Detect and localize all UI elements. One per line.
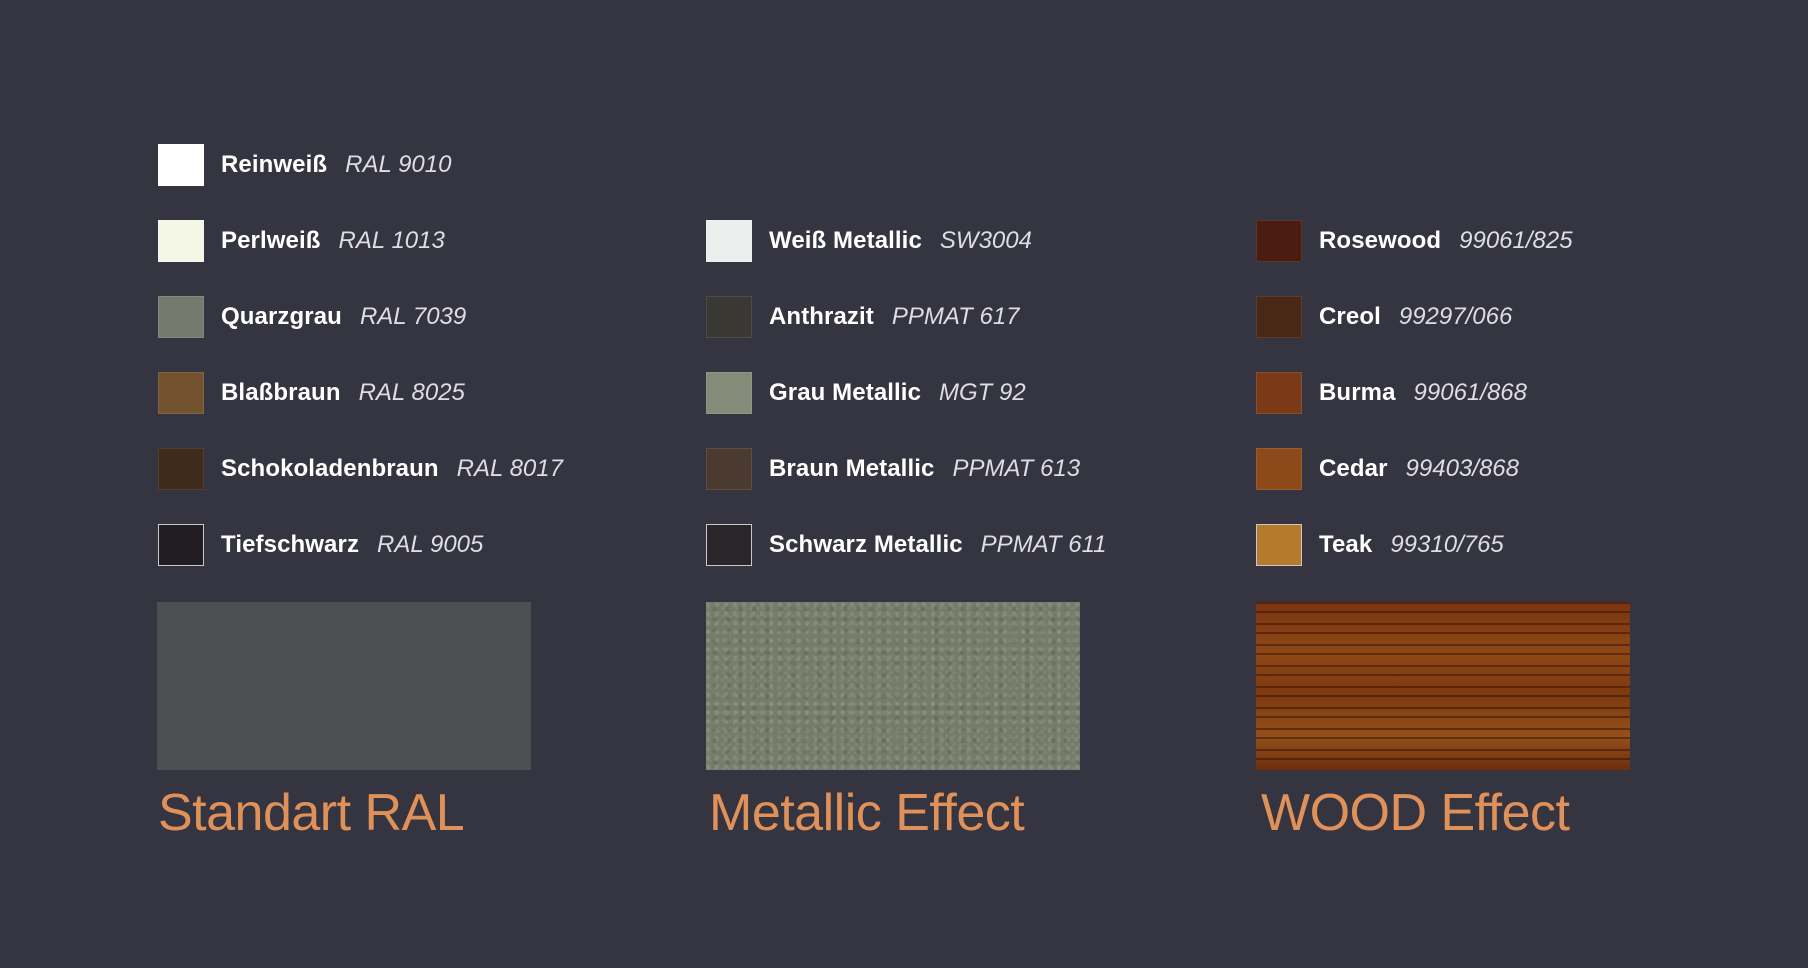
color-swatch[interactable]	[1256, 448, 1302, 490]
color-option-blassbraun[interactable]: Blaßbraun RAL 8025	[158, 371, 678, 415]
color-code: RAL 9010	[345, 151, 452, 178]
color-option-schokoladenbraun[interactable]: Schokoladenbraun RAL 8017	[158, 447, 678, 491]
color-option-creol[interactable]: Creol 99297/066	[1256, 295, 1776, 339]
color-name: Burma	[1319, 379, 1396, 406]
color-swatch[interactable]	[706, 296, 752, 338]
color-name: Creol	[1319, 303, 1381, 330]
color-code: 99061/868	[1413, 379, 1527, 406]
color-name: Anthrazit	[769, 303, 874, 330]
color-name: Reinweiß	[221, 151, 328, 178]
color-code: 99403/868	[1405, 455, 1519, 482]
color-name: Cedar	[1319, 455, 1388, 482]
texture-sample-wood	[1256, 602, 1630, 770]
color-swatch[interactable]	[158, 372, 204, 414]
color-swatch[interactable]	[1256, 372, 1302, 414]
color-code: 99310/765	[1390, 531, 1504, 558]
color-name: Tiefschwarz	[221, 531, 360, 558]
color-swatch[interactable]	[158, 524, 204, 566]
color-option-schwarz-metallic[interactable]: Schwarz Metallic PPMAT 611	[706, 523, 1226, 567]
color-swatch[interactable]	[158, 144, 204, 186]
color-option-quarzgrau[interactable]: Quarzgrau RAL 7039	[158, 295, 678, 339]
color-code: RAL 7039	[359, 303, 467, 330]
color-option-rosewood[interactable]: Rosewood 99061/825	[1256, 219, 1776, 263]
group-title: Standart RAL	[158, 784, 465, 842]
color-code: RAL 8017	[456, 455, 563, 482]
color-option-reinweiss[interactable]: Reinweiß RAL 9010	[158, 143, 678, 187]
color-option-burma[interactable]: Burma 99061/868	[1256, 371, 1776, 415]
color-swatch[interactable]	[1256, 220, 1302, 262]
group-title: WOOD Effect	[1261, 784, 1570, 842]
color-swatch[interactable]	[158, 220, 204, 262]
group-title: Metallic Effect	[709, 784, 1025, 842]
color-option-teak[interactable]: Teak 99310/765	[1256, 523, 1776, 567]
color-name: Schokoladenbraun	[221, 455, 439, 482]
color-code: SW3004	[939, 227, 1032, 254]
color-swatch[interactable]	[158, 296, 204, 338]
color-name: Weiß Metallic	[769, 227, 922, 254]
color-swatch[interactable]	[158, 448, 204, 490]
color-code: RAL 1013	[338, 227, 445, 254]
color-swatch[interactable]	[1256, 524, 1302, 566]
color-option-braun-metallic[interactable]: Braun Metallic PPMAT 613	[706, 447, 1226, 491]
color-swatch[interactable]	[706, 220, 752, 262]
color-name: Quarzgrau	[221, 303, 342, 330]
color-option-grau-metallic[interactable]: Grau Metallic MGT 92	[706, 371, 1226, 415]
color-code: 99061/825	[1459, 227, 1573, 254]
color-name: Braun Metallic	[769, 455, 935, 482]
color-name: Schwarz Metallic	[769, 531, 963, 558]
color-swatch[interactable]	[1256, 296, 1302, 338]
color-code: 99297/066	[1398, 303, 1513, 330]
color-name: Teak	[1319, 531, 1373, 558]
texture-sample-metallic	[706, 602, 1080, 770]
color-code: PPMAT 613	[952, 455, 1081, 482]
color-name: Perlweiß	[221, 227, 321, 254]
color-option-tiefschwarz[interactable]: Tiefschwarz RAL 9005	[158, 523, 678, 567]
color-code: MGT 92	[939, 379, 1026, 406]
color-option-weiss-metallic[interactable]: Weiß Metallic SW3004	[706, 219, 1226, 263]
color-name: Blaßbraun	[221, 379, 341, 406]
color-code: PPMAT 611	[980, 531, 1107, 558]
color-option-anthrazit[interactable]: Anthrazit PPMAT 617	[706, 295, 1226, 339]
color-option-cedar[interactable]: Cedar 99403/868	[1256, 447, 1776, 491]
color-swatch[interactable]	[706, 524, 752, 566]
color-option-perlweiss[interactable]: Perlweiß RAL 1013	[158, 219, 678, 263]
color-code: RAL 9005	[377, 531, 484, 558]
color-code: RAL 8025	[358, 379, 465, 406]
color-name: Rosewood	[1319, 227, 1442, 254]
color-swatch[interactable]	[706, 372, 752, 414]
texture-sample-standart-ral	[157, 602, 531, 770]
color-code: PPMAT 617	[891, 303, 1020, 330]
color-swatch[interactable]	[706, 448, 752, 490]
color-name: Grau Metallic	[769, 379, 922, 406]
